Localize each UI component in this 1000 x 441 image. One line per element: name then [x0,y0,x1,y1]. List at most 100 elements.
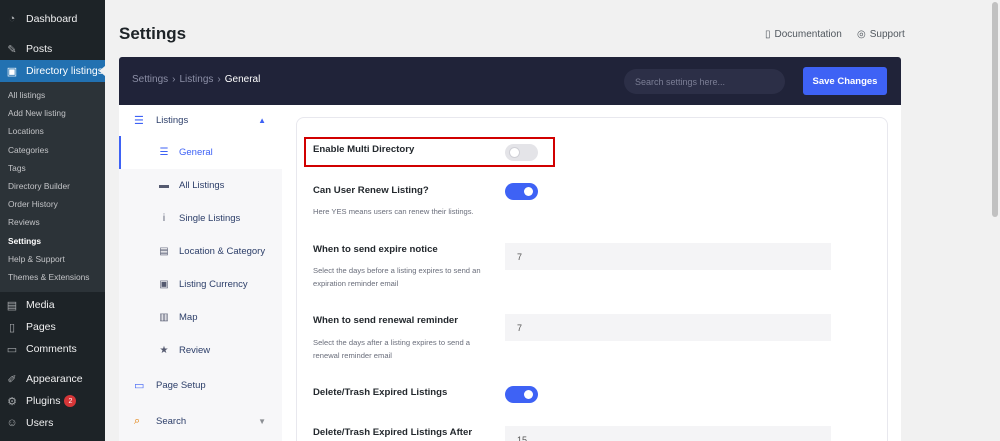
submenu-themes-extensions[interactable]: Themes & Extensions [0,268,105,286]
page-scrollbar[interactable] [990,0,1000,441]
documentation-label: Documentation [774,29,842,40]
nav-item-all-listings[interactable]: ▬ All Listings [119,169,282,202]
breadcrumb-listings[interactable]: Listings [179,74,213,85]
renew-listing-desc: Here YES means users can renew their lis… [313,207,474,216]
scrollbar-thumb[interactable] [992,2,998,217]
nav-item-label: Review [179,345,211,356]
chevron-right-icon: › [172,74,176,85]
submenu-settings[interactable]: Settings [0,232,105,250]
nav-item-location-category[interactable]: ▤ Location & Category [119,235,282,268]
menu-posts[interactable]: ✎ Posts [0,38,105,60]
menu-plugins[interactable]: ⚙ Plugins 2 [0,390,105,412]
document-icon: ▯ [765,29,771,40]
expire-notice-desc: Select the days before a listing expires… [313,266,481,288]
menu-appearance[interactable]: ✐ Appearance [0,368,105,390]
settings-search-input[interactable] [624,69,785,94]
menu-label: Appearance [26,373,83,386]
comments-icon: ▭ [6,343,18,356]
nav-group-label: Search [156,415,187,427]
delete-expired-label: Delete/Trash Expired Listings [313,387,448,398]
caret-up-icon: ▲ [258,116,266,125]
submenu-directory-builder[interactable]: Directory Builder [0,177,105,195]
breadcrumb: Settings › Listings › General [132,74,260,85]
star-icon: ★ [159,345,169,356]
documentation-link[interactable]: ▯ Documentation [765,29,842,40]
plugins-update-badge: 2 [64,395,77,408]
search-icon: ⌕ [134,414,141,427]
renew-listing-label: Can User Renew Listing? [313,185,429,196]
nav-group-search[interactable]: ⌕ Search ▼ [119,403,282,439]
nav-item-listing-currency[interactable]: ▣ Listing Currency [119,268,282,301]
renewal-reminder-label: When to send renewal reminder [313,315,459,326]
monitor-icon: ▭ [134,379,145,392]
submenu-all-listings[interactable]: All listings [0,86,105,104]
map-icon: ▥ [159,312,169,323]
nav-group-label: Listings [156,115,189,126]
submenu-order-history[interactable]: Order History [0,195,105,213]
nav-item-review[interactable]: ★ Review [119,334,282,367]
pages-icon: ▯ [8,321,16,334]
submenu-reviews[interactable]: Reviews [0,213,105,231]
menu-pages[interactable]: ▯ Pages [0,316,105,338]
nav-item-general[interactable]: ☰ General [119,136,282,169]
menu-media[interactable]: ▤ Media [0,294,105,316]
nav-group-listings[interactable]: ☰ Listings ▲ [119,105,282,136]
submenu-locations[interactable]: Locations [0,122,105,140]
support-link[interactable]: ◎ Support [857,29,905,40]
breadcrumb-settings[interactable]: Settings [132,74,168,85]
toggle-knob [524,390,533,399]
submenu-add-new-listing[interactable]: Add New listing [0,104,105,122]
menu-directory-listings[interactable]: ▣ Directory listings [0,60,105,82]
pin-icon: ✎ [7,43,17,56]
menu-label: Comments [26,343,77,356]
renewal-reminder-input[interactable] [505,314,831,341]
nav-item-map[interactable]: ▥ Map [119,301,282,334]
caret-down-icon: ▼ [258,416,266,426]
renewal-reminder-desc: Select the days after a listing expires … [313,338,471,360]
appearance-icon: ✐ [7,373,17,386]
settings-topbar: Settings › Listings › General Save Chang… [119,57,901,105]
menu-label: Media [26,299,55,312]
nav-item-label: General [179,147,213,158]
toggle-knob [524,187,533,196]
nav-group-label: Page Setup [156,379,206,391]
directory-submenu: All listings Add New listing Locations C… [0,82,105,293]
breadcrumb-general: General [224,74,261,85]
support-label: Support [869,29,905,40]
support-icon: ◎ [857,29,866,40]
list-icon: ☰ [134,115,144,127]
sliders-icon: ☰ [159,147,169,158]
menu-label: Posts [26,43,53,55]
menu-label: Dashboard [26,13,78,25]
dashboard-icon: ◔ [8,13,16,25]
menu-label: Plugins [26,395,61,408]
money-icon: ▣ [159,279,169,290]
save-changes-button[interactable]: Save Changes [803,67,887,95]
chevron-right-icon: › [217,74,221,85]
delete-after-label: Delete/Trash Expired Listings After [313,427,473,438]
directory-icon: ▣ [6,65,18,78]
menu-users[interactable]: ☺ Users [0,412,105,434]
users-icon: ☺ [6,417,18,430]
info-icon: i [162,213,166,224]
menu-label: Pages [26,321,56,334]
submenu-categories[interactable]: Categories [0,141,105,159]
delete-expired-toggle[interactable] [505,386,538,403]
nav-item-label: All Listings [179,180,225,191]
submenu-tags[interactable]: Tags [0,159,105,177]
plugins-icon: ⚙ [7,395,17,408]
wp-admin-sidebar: ◔ Dashboard ✎ Posts ▣ Directory listings… [0,0,105,441]
nav-group-page-setup[interactable]: ▭ Page Setup [119,367,282,403]
menu-dashboard[interactable]: ◔ Dashboard [0,8,105,30]
nav-item-label: Listing Currency [179,279,248,290]
nav-item-label: Map [179,312,198,323]
renew-listing-toggle[interactable] [505,183,538,200]
expire-notice-input[interactable] [505,243,831,270]
nav-item-label: Single Listings [179,213,241,224]
delete-after-input[interactable] [505,426,831,441]
highlight-annotation [304,137,555,167]
settings-nav: ☰ Listings ▲ ☰ General ▬ All Listings i … [119,105,282,441]
submenu-help-support[interactable]: Help & Support [0,250,105,268]
nav-item-single-listings[interactable]: i Single Listings [119,202,282,235]
menu-comments[interactable]: ▭ Comments [0,338,105,360]
